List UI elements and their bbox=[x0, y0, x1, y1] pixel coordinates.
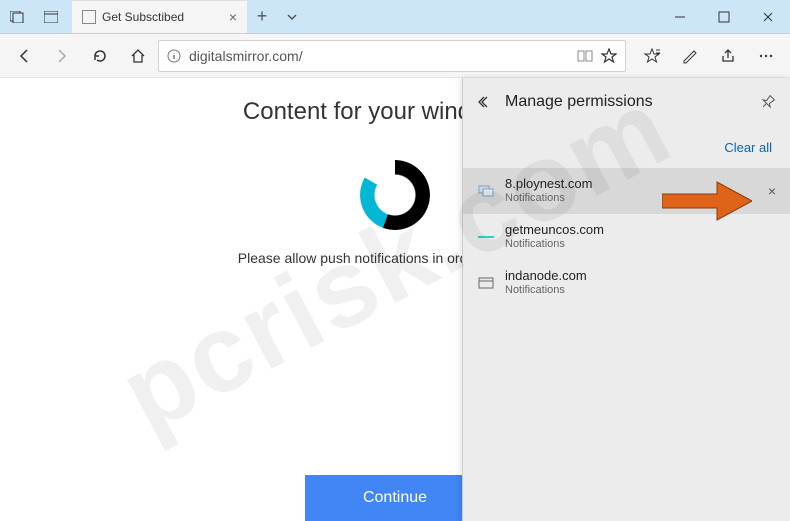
new-tab-button[interactable]: + bbox=[247, 0, 277, 33]
favorites-list-button[interactable] bbox=[634, 38, 670, 74]
site-icon bbox=[477, 274, 495, 292]
home-button[interactable] bbox=[120, 38, 156, 74]
panel-back-button[interactable] bbox=[477, 94, 493, 110]
minimize-button[interactable] bbox=[658, 0, 702, 33]
loading-spinner-icon bbox=[360, 160, 430, 230]
browser-tab[interactable]: Get Subsctibed × bbox=[72, 0, 247, 33]
forward-button[interactable] bbox=[44, 38, 80, 74]
site-info-icon[interactable] bbox=[167, 49, 181, 63]
permission-item[interactable]: getmeuncos.com Notifications bbox=[463, 214, 790, 260]
permission-item[interactable]: indanode.com Notifications bbox=[463, 260, 790, 306]
permissions-list: 8.ploynest.com Notifications × getmeunco… bbox=[463, 168, 790, 306]
continue-button[interactable]: Continue bbox=[305, 475, 485, 521]
permission-subtitle: Notifications bbox=[505, 192, 592, 205]
notes-button[interactable] bbox=[672, 38, 708, 74]
refresh-button[interactable] bbox=[82, 38, 118, 74]
permission-domain: getmeuncos.com bbox=[505, 223, 604, 238]
address-bar[interactable] bbox=[158, 40, 626, 72]
permission-item[interactable]: 8.ploynest.com Notifications × bbox=[463, 168, 790, 214]
favorite-icon[interactable] bbox=[601, 48, 617, 64]
clear-all-link[interactable]: Clear all bbox=[724, 140, 772, 155]
maximize-button[interactable] bbox=[702, 0, 746, 33]
back-button[interactable] bbox=[6, 38, 42, 74]
pin-icon[interactable] bbox=[760, 94, 776, 110]
show-tabs-button[interactable] bbox=[34, 0, 68, 33]
permission-domain: 8.ploynest.com bbox=[505, 177, 592, 192]
panel-header: Manage permissions bbox=[463, 78, 790, 126]
permissions-panel: Manage permissions Clear all 8.ploynest.… bbox=[462, 78, 790, 521]
tab-dropdown-button[interactable] bbox=[277, 0, 307, 33]
more-button[interactable] bbox=[748, 38, 784, 74]
toolbar bbox=[0, 34, 790, 78]
titlebar: Get Subsctibed × + bbox=[0, 0, 790, 34]
reading-view-icon[interactable] bbox=[577, 49, 593, 63]
close-window-button[interactable] bbox=[746, 0, 790, 33]
panel-subheader: Clear all bbox=[463, 126, 790, 168]
set-aside-tabs-button[interactable] bbox=[0, 0, 34, 33]
site-icon bbox=[477, 228, 495, 246]
panel-title: Manage permissions bbox=[505, 93, 748, 111]
share-button[interactable] bbox=[710, 38, 746, 74]
tab-actions bbox=[0, 0, 68, 33]
site-icon bbox=[477, 182, 495, 200]
url-input[interactable] bbox=[189, 48, 569, 64]
page-icon bbox=[82, 10, 96, 24]
remove-permission-button[interactable]: × bbox=[768, 183, 776, 199]
permission-subtitle: Notifications bbox=[505, 238, 604, 251]
close-tab-button[interactable]: × bbox=[229, 9, 237, 25]
window-controls bbox=[658, 0, 790, 33]
permission-domain: indanode.com bbox=[505, 269, 587, 284]
permission-subtitle: Notifications bbox=[505, 284, 587, 297]
tab-title: Get Subsctibed bbox=[102, 10, 223, 24]
